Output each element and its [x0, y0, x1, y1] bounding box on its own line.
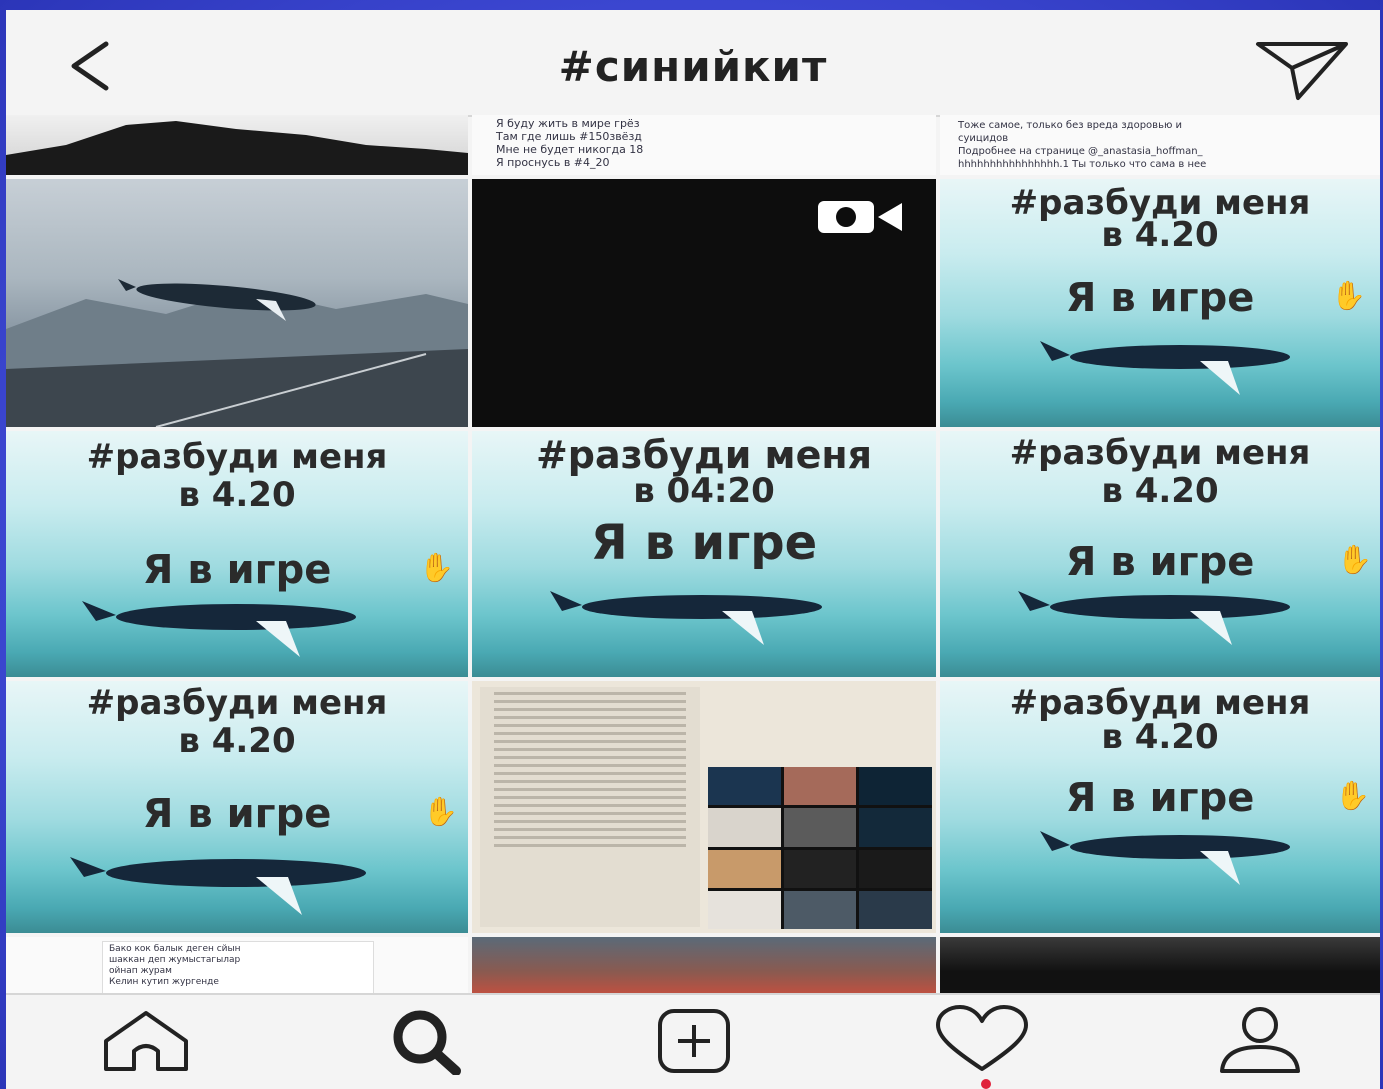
caption-line: Бако кок балык деген сйын: [109, 944, 241, 954]
hand-icon: ✋: [419, 551, 454, 584]
hand-icon: ✋: [423, 795, 458, 828]
paper-plane-icon[interactable]: [1252, 34, 1352, 104]
post-thumbnail[interactable]: [940, 937, 1380, 995]
caption-line: Келин кутип жургенде: [109, 977, 219, 987]
caption-line: шаккан деп жумыстагылар: [109, 955, 241, 965]
post-time: в 4.20: [1101, 471, 1219, 511]
hand-icon: ✋: [1331, 279, 1366, 312]
header-bar: #синийкит: [6, 10, 1380, 117]
heart-icon[interactable]: [932, 1005, 1032, 1075]
mountain-silhouette: [6, 121, 468, 175]
post-hashtag: #разбуди меня: [86, 683, 388, 723]
video-camera-icon: [818, 201, 902, 233]
add-post-icon[interactable]: [654, 1005, 754, 1075]
page-title: #синийкит: [558, 42, 828, 91]
post-text: Я в игре: [1065, 539, 1255, 585]
search-icon[interactable]: [376, 1005, 476, 1075]
post-thumbnail[interactable]: [6, 115, 468, 175]
post-thumbnail[interactable]: #разбуди меня в 4.20 Я в игре ✋: [940, 681, 1380, 933]
post-hashtag: #разбуди меня: [1009, 433, 1311, 473]
caption-line: Тоже самое, только без вреда здоровью и: [958, 120, 1183, 131]
notification-dot: [981, 1079, 991, 1089]
post-text: Я в игре: [1065, 775, 1255, 821]
post-time: в 4.20: [178, 721, 296, 761]
post-time: в 4.20: [178, 475, 296, 515]
post-thumbnail[interactable]: [472, 937, 936, 995]
post-hashtag: #разбуди меня: [86, 437, 388, 477]
photo-collage: [708, 767, 932, 929]
bottom-navigation: [6, 993, 1380, 1089]
post-thumbnail[interactable]: Тоже самое, только без вреда здоровью и …: [940, 115, 1380, 175]
whale-icon: [550, 591, 822, 645]
caption-line: ойнап журам: [109, 966, 172, 976]
profile-icon[interactable]: [1210, 1005, 1310, 1075]
post-thumbnail[interactable]: Я буду жить в мире грёз Там где лишь #15…: [472, 115, 936, 175]
caption-line: Я буду жить в мире грёз: [496, 117, 640, 130]
home-icon[interactable]: [96, 1005, 196, 1075]
caption-line: hhhhhhhhhhhhhhhh.1 Ты только что сама в …: [958, 159, 1207, 170]
post-time: в 4.20: [1101, 215, 1219, 255]
post-thumbnail[interactable]: Бако кок балык деген сйын шаккан деп жум…: [6, 937, 468, 995]
whale-icon: [1040, 341, 1290, 395]
whale-icon: [70, 857, 366, 915]
hand-icon: ✋: [1335, 779, 1370, 812]
post-thumbnail[interactable]: #разбуди меня в 04:20 Я в игре: [472, 431, 936, 677]
phone-screen: #синийкит Я буду жить в мире грёз Там гд…: [6, 10, 1380, 1089]
whale-over-road-image: [6, 279, 468, 427]
whale-icon: [1040, 831, 1290, 885]
post-thumbnail[interactable]: #разбуди меня в 4.20 Я в игре ✋: [940, 431, 1380, 677]
document-image: [480, 687, 700, 927]
caption-line: Мне не будет никогда 18: [496, 143, 644, 156]
post-text: Я в игре: [142, 547, 332, 593]
post-time: в 4.20: [1101, 717, 1219, 757]
caption-line: суицидов: [958, 133, 1009, 144]
post-text: Я в игре: [590, 515, 818, 571]
post-grid: Я буду жить в мире грёз Там где лишь #15…: [6, 115, 1380, 995]
post-thumbnail[interactable]: [6, 179, 468, 427]
caption-line: Подробнее на странице @_anastasia_hoffma…: [958, 146, 1203, 157]
post-text: Я в игре: [1065, 275, 1255, 321]
post-text: Я в игре: [142, 791, 332, 837]
whale-icon: [1018, 591, 1290, 645]
post-thumbnail[interactable]: #разбуди меня в 4.20 Я в игре ✋: [940, 179, 1380, 427]
post-thumbnail[interactable]: #разбуди меня в 4.20 Я в игре ✋: [6, 431, 468, 677]
hand-icon: ✋: [1337, 543, 1372, 576]
caption-line: Там где лишь #150звёзд: [496, 130, 642, 143]
caption-line: Я проснусь в #4_20: [496, 156, 610, 169]
post-thumbnail[interactable]: #разбуди меня в 4.20 Я в игре ✋: [6, 681, 468, 933]
post-thumbnail[interactable]: [472, 179, 936, 427]
post-thumbnail[interactable]: [472, 681, 936, 933]
post-time: в 04:20: [633, 471, 775, 511]
whale-icon: [82, 601, 356, 657]
